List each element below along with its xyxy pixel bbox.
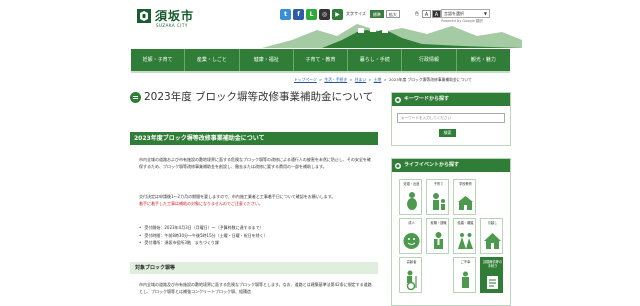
facebook-icon[interactable]: f — [293, 9, 304, 20]
breadcrumb-separator: > — [349, 77, 353, 82]
keyword-input[interactable]: キーワードを入力してください — [397, 113, 505, 123]
tile-label: 学校教育 — [459, 182, 472, 186]
breadcrumb-home[interactable]: トップページ — [294, 77, 317, 82]
elderly-icon — [406, 270, 417, 290]
section-heading: 2023年度ブロック塀等改修事業補助金について — [130, 132, 378, 145]
pregnancy-icon — [407, 192, 417, 210]
list-icon — [130, 92, 141, 103]
tile-label: 請願陳情等の手続き — [482, 260, 503, 268]
tile-label: ご不幸 — [460, 260, 471, 264]
tile-label: 妊娠・出産 — [403, 182, 420, 186]
nav-item-industry[interactable]: 産業・しごと — [185, 49, 240, 71]
breadcrumb-separator: > — [368, 77, 372, 82]
chevron-down-icon: ▼ — [483, 11, 487, 16]
intro-paragraph: 市内全域の道路および市有施設の敷地境界に面する危険なブロック塀等の改修による通行… — [139, 157, 371, 169]
bereavement-icon — [462, 271, 469, 288]
keyword-search-box: ● キーワードから探す キーワードを入力してください 検索 — [391, 92, 511, 146]
search-heading: ● キーワードから探す — [392, 93, 510, 106]
youtube-icon[interactable]: ▶ — [332, 9, 343, 20]
life-event-grid: 妊娠・出産 子育て 学校教育 成人 就職・退職 結婚・離婚 引越し 高齢者 ご不… — [399, 179, 505, 293]
nav-item-education[interactable]: 子育て・教育 — [294, 49, 349, 71]
breadcrumb-land[interactable]: 土地 — [374, 77, 382, 82]
breadcrumb-living[interactable]: 生活・手続き — [324, 77, 347, 82]
application-info-list: 受付開始：2023年4月3日（月曜日）～（予算枠数に達するまで） 受付時間：午前… — [139, 224, 374, 247]
tile-label: 就職・退職 — [430, 221, 447, 225]
tile-label: 結婚・離婚 — [457, 221, 474, 225]
life-event-marriage[interactable]: 結婚・離婚 — [453, 218, 476, 254]
life-event-blank — [480, 179, 503, 215]
school-icon — [458, 196, 473, 210]
life-event-heading: ● ライフイベントから探す — [392, 159, 510, 172]
font-size-large-button[interactable]: 拡大 — [385, 10, 400, 18]
list-item: 受付時間：午前8時30分～午後5時15分（土曜・日曜・祝日を除く） — [139, 232, 374, 240]
language-select-value: 言語を選択 — [444, 11, 464, 16]
life-event-job[interactable]: 就職・退職 — [426, 218, 449, 254]
twitter-icon[interactable]: t — [280, 9, 291, 20]
nav-divider — [131, 71, 510, 73]
tile-label: 高齢者 — [406, 260, 417, 264]
browser-frame: 須坂市 SUZAKA CITY t f L ◎ ▶ 文字サイズ 標準 拡大 色 … — [0, 0, 640, 306]
logo-subtitle: SUZAKA CITY — [156, 23, 188, 28]
life-event-adult[interactable]: 成人 — [399, 218, 422, 254]
tile-label: 子育て — [433, 182, 444, 186]
breadcrumb-current: 2023年度 ブロック塀等改修事業補助金について — [388, 77, 472, 82]
life-event-school[interactable]: 学校教育 — [453, 179, 476, 215]
search-icon: ● — [395, 96, 401, 103]
tile-label: 引越し — [487, 221, 498, 225]
life-event-blank — [426, 257, 449, 293]
life-event-pregnancy[interactable]: 妊娠・出産 — [399, 179, 422, 215]
nav-item-living[interactable]: 暮らし・手続 — [348, 49, 403, 71]
language-select[interactable]: 言語を選択 ▼ — [441, 9, 490, 18]
life-event-petition[interactable]: 請願陳情等の手続き — [480, 257, 503, 293]
breadcrumb-separator: > — [383, 77, 387, 82]
color-label: 色 — [415, 11, 419, 16]
global-nav: 妊娠・子育て 産業・しごと 健康・福祉 子育て・教育 暮らし・手続 行政情報 観… — [131, 49, 510, 71]
nav-item-health[interactable]: 健康・福祉 — [240, 49, 294, 71]
list-item: 受付場所：須坂市役所3階 まちづくり課 — [139, 239, 374, 247]
life-event-box: ● ライフイベントから探す 妊娠・出産 子育て 学校教育 成人 就職・退職 結婚… — [391, 158, 511, 306]
breadcrumb-housing[interactable]: 住まい — [355, 77, 366, 82]
life-event-parenting[interactable]: 子育て — [426, 179, 449, 215]
color-white-button[interactable]: A — [422, 10, 431, 18]
adult-icon — [403, 233, 420, 249]
powered-by-google: Powered by Google 翻訳 — [441, 19, 483, 23]
search-button[interactable]: 検索 — [439, 129, 456, 137]
nav-item-tourism[interactable]: 観光・魅力 — [457, 49, 510, 71]
list-item: 受付開始：2023年4月3日（月曜日）～（予算枠数に達するまで） — [139, 224, 374, 232]
page-title: 2023年度 ブロック塀等改修事業補助金について — [144, 91, 374, 103]
life-event-bereavement[interactable]: ご不幸 — [453, 257, 476, 293]
site-header: 須坂市 SUZAKA CITY t f L ◎ ▶ 文字サイズ 標準 拡大 色 … — [0, 0, 640, 48]
life-event-heading-text: ライフイベントから探す — [404, 162, 460, 168]
social-links: t f L ◎ ▶ — [280, 9, 343, 20]
instagram-icon[interactable]: ◎ — [319, 9, 330, 20]
site-logo[interactable]: 須坂市 SUZAKA CITY — [136, 6, 206, 32]
city-emblem-icon — [137, 9, 151, 23]
breadcrumb: トップページ > 生活・手続き > 住まい > 土地 > 2023年度 ブロック… — [294, 77, 472, 83]
nav-item-administration[interactable]: 行政情報 — [402, 49, 457, 71]
warning-text: 着手に着手した工事は補助の対象になりませんのでご注意ください。 — [139, 201, 263, 206]
life-event-icon: ● — [395, 162, 401, 169]
sub-heading: 対象ブロック塀等 — [130, 262, 378, 274]
font-size-standard-button[interactable]: 標準 — [369, 10, 384, 18]
marriage-icon — [458, 233, 473, 249]
parenting-icon — [433, 193, 445, 210]
search-heading-text: キーワードから探す — [404, 96, 450, 102]
logo-name: 須坂市 — [155, 9, 195, 23]
moving-icon — [484, 233, 501, 249]
notice-paragraph: 交付決定は申請後1～2カ月の期間を要しますので、市内施工業者と工事着手日について… — [139, 193, 374, 207]
notice-text: 交付決定は申請後1～2カ月の期間を要しますので、市内施工業者と工事着手日について… — [139, 194, 336, 199]
font-size-label: 文字サイズ — [346, 11, 366, 16]
page-title-row: 2023年度 ブロック塀等改修事業補助金について — [130, 90, 380, 120]
document-icon — [487, 276, 498, 289]
job-icon — [434, 232, 443, 249]
life-event-elderly[interactable]: 高齢者 — [399, 257, 422, 293]
line-icon[interactable]: L — [306, 9, 317, 20]
target-paragraph: 市内全域の道路及び市有施設の敷地境界に面する危険なブロック塀等とします。なお、道… — [139, 282, 372, 294]
breadcrumb-separator: > — [318, 77, 323, 82]
tile-label: 成人 — [408, 221, 415, 225]
life-event-moving[interactable]: 引越し — [480, 218, 503, 254]
color-black-button[interactable]: A — [432, 10, 441, 18]
nav-item-pregnancy[interactable]: 妊娠・子育て — [131, 49, 186, 71]
font-size-switcher: 文字サイズ 標準 拡大 — [346, 10, 400, 18]
